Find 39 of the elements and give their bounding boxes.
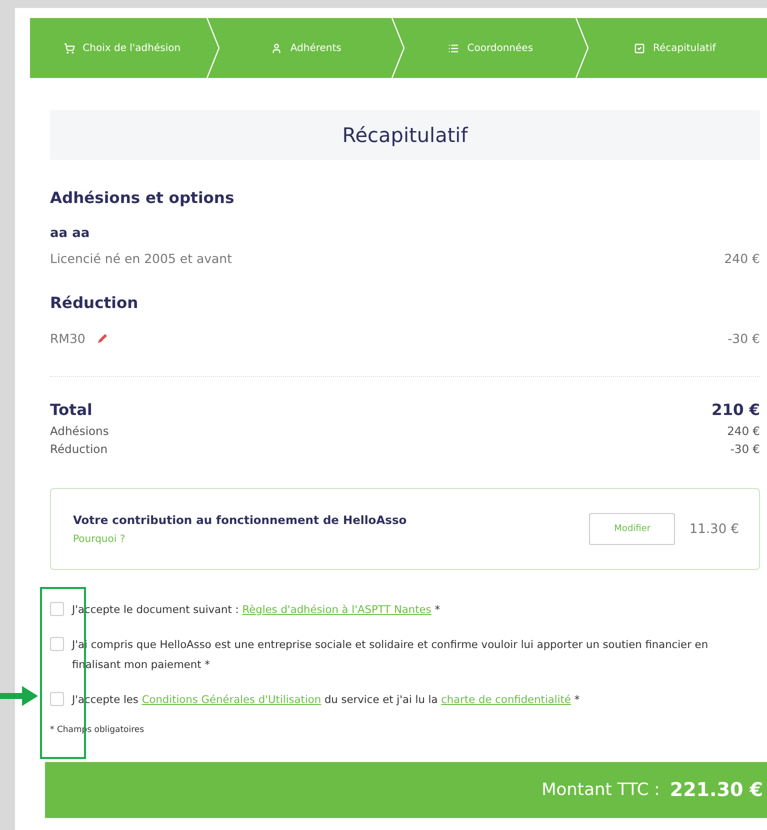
amount-value: 221.30 € xyxy=(670,779,763,801)
cart-icon xyxy=(64,42,75,54)
document-link[interactable]: Règles d'adhésion à l'ASPTT Nantes xyxy=(242,604,432,616)
step-label[interactable]: Choix de l'adhésion xyxy=(82,42,181,54)
contribution-title: Votre contribution au fonctionnement de HelloAsso xyxy=(73,512,407,526)
why-link[interactable]: Pourquoi ? xyxy=(73,534,126,544)
amount-label: Montant TTC : xyxy=(542,780,660,800)
step-label[interactable]: Adhérents xyxy=(290,42,342,54)
member-name: aa aa xyxy=(50,226,91,241)
contribution-amount: 11.30 € xyxy=(689,522,739,536)
document-link[interactable]: Conditions Générales d'Utilisation xyxy=(142,694,322,706)
checkbox[interactable] xyxy=(50,692,64,706)
pencil-icon[interactable] xyxy=(97,333,108,344)
checkbox-icon xyxy=(634,42,645,54)
section-heading: Adhésions et options xyxy=(50,189,236,207)
total-line-amount: 240 € xyxy=(727,423,760,440)
chevron-divider xyxy=(390,18,404,78)
chevron-divider xyxy=(206,18,220,78)
list-icon xyxy=(448,42,460,54)
chevron-divider xyxy=(575,18,588,78)
checkbox[interactable] xyxy=(50,602,64,616)
line-label: RM30 xyxy=(50,331,86,346)
document-link[interactable]: charte de confidentialité xyxy=(441,694,571,706)
checkbox[interactable] xyxy=(50,637,64,651)
step-label[interactable]: Coordonnées xyxy=(467,42,534,54)
user-icon xyxy=(271,42,282,54)
page-title: Récapitulatif xyxy=(50,110,760,160)
total-label: Total xyxy=(50,401,92,419)
total-line-label: Réduction xyxy=(50,441,108,458)
arrow-icon xyxy=(0,684,40,708)
total-line-label: Adhésions xyxy=(50,423,109,440)
modify-button[interactable]: Modifier xyxy=(589,513,676,545)
line-amount: 240 € xyxy=(724,251,760,266)
total-amount: 210 € xyxy=(711,401,760,419)
line-label: Licencié né en 2005 et avant xyxy=(50,251,232,266)
line-amount: -30 € xyxy=(728,331,760,346)
section-heading: Réduction xyxy=(50,294,140,312)
total-line-amount: -30 € xyxy=(730,441,760,458)
step-label[interactable]: Récapitulatif xyxy=(652,42,716,54)
